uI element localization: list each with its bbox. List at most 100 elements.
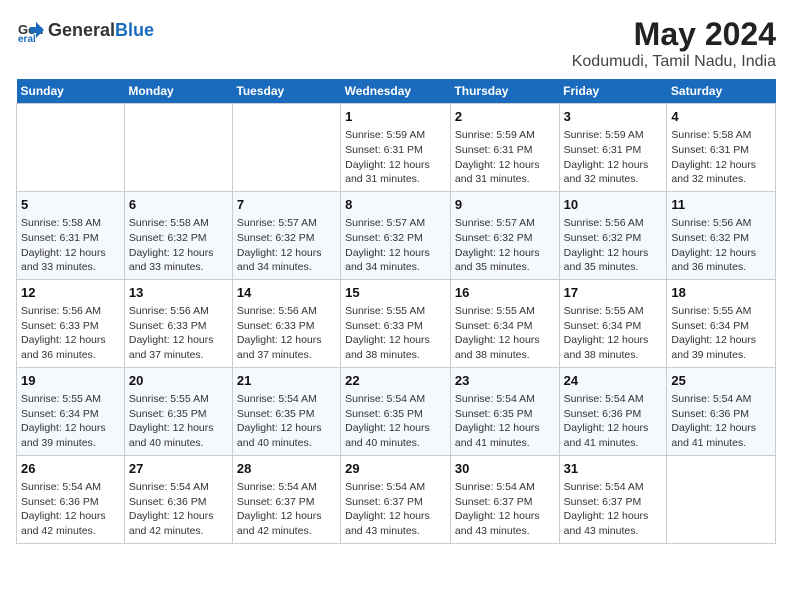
day-info-21: Sunrise: 5:54 AM Sunset: 6:35 PM Dayligh… xyxy=(237,392,336,451)
day-cell-3: 3 Sunrise: 5:59 AM Sunset: 6:31 PM Daylig… xyxy=(559,104,667,192)
day-number-2: 2 xyxy=(455,108,555,126)
day-number-3: 3 xyxy=(564,108,663,126)
day-number-15: 15 xyxy=(345,284,446,302)
day-info-2: Sunrise: 5:59 AM Sunset: 6:31 PM Dayligh… xyxy=(455,128,555,187)
empty-cell xyxy=(124,104,232,192)
day-number-7: 7 xyxy=(237,196,336,214)
day-info-8: Sunrise: 5:57 AM Sunset: 6:32 PM Dayligh… xyxy=(345,216,446,275)
day-cell-16: 16Sunrise: 5:55 AM Sunset: 6:34 PM Dayli… xyxy=(450,279,559,367)
week-row-1: 1 Sunrise: 5:59 AM Sunset: 6:31 PM Daylig… xyxy=(17,104,776,192)
day-info-17: Sunrise: 5:55 AM Sunset: 6:34 PM Dayligh… xyxy=(564,304,663,363)
calendar-header: SundayMondayTuesdayWednesdayThursdayFrid… xyxy=(17,79,776,104)
day-number-6: 6 xyxy=(129,196,228,214)
logo-icon: Gen eral xyxy=(16,16,44,44)
day-info-1: Sunrise: 5:59 AM Sunset: 6:31 PM Dayligh… xyxy=(345,128,446,187)
day-info-15: Sunrise: 5:55 AM Sunset: 6:33 PM Dayligh… xyxy=(345,304,446,363)
day-number-29: 29 xyxy=(345,460,446,478)
logo-general: General xyxy=(48,20,115,40)
week-row-5: 26 Sunrise: 5:54 AM Sunset: 6:36 PM Dayli… xyxy=(17,455,776,543)
day-cell-24: 24Sunrise: 5:54 AM Sunset: 6:36 PM Dayli… xyxy=(559,367,667,455)
day-cell-27: 27 Sunrise: 5:54 AM Sunset: 6:36 PM Dayli… xyxy=(124,455,232,543)
day-info-5: Sunrise: 5:58 AM Sunset: 6:31 PM Dayligh… xyxy=(21,216,120,275)
day-cell-17: 17 Sunrise: 5:55 AM Sunset: 6:34 PM Dayli… xyxy=(559,279,667,367)
day-cell-6: 6 Sunrise: 5:58 AM Sunset: 6:32 PM Daylig… xyxy=(124,191,232,279)
empty-cell xyxy=(667,455,776,543)
day-info-4: Sunrise: 5:58 AM Sunset: 6:31 PM Dayligh… xyxy=(671,128,771,187)
day-info-19: Sunrise: 5:55 AM Sunset: 6:34 PM Dayligh… xyxy=(21,392,120,451)
day-cell-2: 2 Sunrise: 5:59 AM Sunset: 6:31 PM Daylig… xyxy=(450,104,559,192)
day-number-9: 9 xyxy=(455,196,555,214)
day-number-28: 28 xyxy=(237,460,336,478)
day-info-29: Sunrise: 5:54 AM Sunset: 6:37 PM Dayligh… xyxy=(345,480,446,539)
day-cell-7: 7 Sunrise: 5:57 AM Sunset: 6:32 PM Daylig… xyxy=(232,191,340,279)
day-cell-10: 10Sunrise: 5:56 AM Sunset: 6:32 PM Dayli… xyxy=(559,191,667,279)
day-number-13: 13 xyxy=(129,284,228,302)
day-info-7: Sunrise: 5:57 AM Sunset: 6:32 PM Dayligh… xyxy=(237,216,336,275)
week-row-4: 19 Sunrise: 5:55 AM Sunset: 6:34 PM Dayli… xyxy=(17,367,776,455)
day-cell-18: 18Sunrise: 5:55 AM Sunset: 6:34 PM Dayli… xyxy=(667,279,776,367)
day-cell-19: 19 Sunrise: 5:55 AM Sunset: 6:34 PM Dayli… xyxy=(17,367,125,455)
day-cell-25: 25 Sunrise: 5:54 AM Sunset: 6:36 PM Dayli… xyxy=(667,367,776,455)
day-number-21: 21 xyxy=(237,372,336,390)
day-number-1: 1 xyxy=(345,108,446,126)
week-row-2: 5 Sunrise: 5:58 AM Sunset: 6:31 PM Daylig… xyxy=(17,191,776,279)
day-cell-26: 26 Sunrise: 5:54 AM Sunset: 6:36 PM Dayli… xyxy=(17,455,125,543)
day-number-25: 25 xyxy=(671,372,771,390)
day-cell-21: 21 Sunrise: 5:54 AM Sunset: 6:35 PM Dayli… xyxy=(232,367,340,455)
day-cell-9: 9Sunrise: 5:57 AM Sunset: 6:32 PM Daylig… xyxy=(450,191,559,279)
day-number-30: 30 xyxy=(455,460,555,478)
header-saturday: Saturday xyxy=(667,79,776,104)
header-sunday: Sunday xyxy=(17,79,125,104)
header-wednesday: Wednesday xyxy=(341,79,451,104)
day-cell-4: 4 Sunrise: 5:58 AM Sunset: 6:31 PM Daylig… xyxy=(667,104,776,192)
day-number-24: 24 xyxy=(564,372,663,390)
day-cell-30: 30 Sunrise: 5:54 AM Sunset: 6:37 PM Dayli… xyxy=(450,455,559,543)
day-cell-23: 23Sunrise: 5:54 AM Sunset: 6:35 PM Dayli… xyxy=(450,367,559,455)
day-cell-13: 13 Sunrise: 5:56 AM Sunset: 6:33 PM Dayli… xyxy=(124,279,232,367)
day-number-22: 22 xyxy=(345,372,446,390)
logo: Gen eral GeneralBlue xyxy=(16,16,154,44)
page-header: Gen eral GeneralBlue May 2024 Kodumudi, … xyxy=(16,16,776,71)
day-info-13: Sunrise: 5:56 AM Sunset: 6:33 PM Dayligh… xyxy=(129,304,228,363)
day-cell-22: 22 Sunrise: 5:54 AM Sunset: 6:35 PM Dayli… xyxy=(341,367,451,455)
month-year: May 2024 xyxy=(572,16,776,53)
day-cell-14: 14Sunrise: 5:56 AM Sunset: 6:33 PM Dayli… xyxy=(232,279,340,367)
day-cell-11: 11 Sunrise: 5:56 AM Sunset: 6:32 PM Dayli… xyxy=(667,191,776,279)
day-info-6: Sunrise: 5:58 AM Sunset: 6:32 PM Dayligh… xyxy=(129,216,228,275)
day-number-16: 16 xyxy=(455,284,555,302)
day-number-20: 20 xyxy=(129,372,228,390)
day-info-22: Sunrise: 5:54 AM Sunset: 6:35 PM Dayligh… xyxy=(345,392,446,451)
header-thursday: Thursday xyxy=(450,79,559,104)
day-number-26: 26 xyxy=(21,460,120,478)
day-cell-15: 15 Sunrise: 5:55 AM Sunset: 6:33 PM Dayli… xyxy=(341,279,451,367)
day-info-3: Sunrise: 5:59 AM Sunset: 6:31 PM Dayligh… xyxy=(564,128,663,187)
day-number-31: 31 xyxy=(564,460,663,478)
day-cell-29: 29 Sunrise: 5:54 AM Sunset: 6:37 PM Dayli… xyxy=(341,455,451,543)
day-cell-12: 12Sunrise: 5:56 AM Sunset: 6:33 PM Dayli… xyxy=(17,279,125,367)
title-block: May 2024 Kodumudi, Tamil Nadu, India xyxy=(572,16,776,71)
day-cell-20: 20 Sunrise: 5:55 AM Sunset: 6:35 PM Dayli… xyxy=(124,367,232,455)
day-info-27: Sunrise: 5:54 AM Sunset: 6:36 PM Dayligh… xyxy=(129,480,228,539)
day-info-31: Sunrise: 5:54 AM Sunset: 6:37 PM Dayligh… xyxy=(564,480,663,539)
empty-cell xyxy=(232,104,340,192)
day-number-8: 8 xyxy=(345,196,446,214)
day-number-27: 27 xyxy=(129,460,228,478)
day-cell-31: 31 Sunrise: 5:54 AM Sunset: 6:37 PM Dayli… xyxy=(559,455,667,543)
day-info-30: Sunrise: 5:54 AM Sunset: 6:37 PM Dayligh… xyxy=(455,480,555,539)
day-number-19: 19 xyxy=(21,372,120,390)
day-number-11: 11 xyxy=(671,196,771,214)
day-number-17: 17 xyxy=(564,284,663,302)
day-info-20: Sunrise: 5:55 AM Sunset: 6:35 PM Dayligh… xyxy=(129,392,228,451)
day-info-25: Sunrise: 5:54 AM Sunset: 6:36 PM Dayligh… xyxy=(671,392,771,451)
day-info-26: Sunrise: 5:54 AM Sunset: 6:36 PM Dayligh… xyxy=(21,480,120,539)
day-cell-8: 8 Sunrise: 5:57 AM Sunset: 6:32 PM Daylig… xyxy=(341,191,451,279)
day-number-14: 14 xyxy=(237,284,336,302)
day-number-12: 12 xyxy=(21,284,120,302)
location: Kodumudi, Tamil Nadu, India xyxy=(572,53,776,71)
day-number-4: 4 xyxy=(671,108,771,126)
header-friday: Friday xyxy=(559,79,667,104)
day-number-5: 5 xyxy=(21,196,120,214)
day-cell-1: 1 Sunrise: 5:59 AM Sunset: 6:31 PM Daylig… xyxy=(341,104,451,192)
day-number-10: 10 xyxy=(564,196,663,214)
day-info-11: Sunrise: 5:56 AM Sunset: 6:32 PM Dayligh… xyxy=(671,216,771,275)
